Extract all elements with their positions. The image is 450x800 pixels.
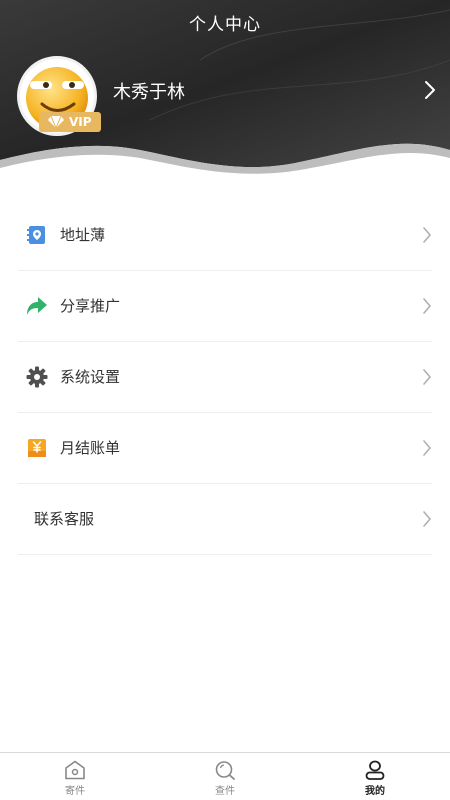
tab-label: 我的 (365, 786, 385, 797)
user-icon (365, 760, 385, 780)
menu-item-address-book[interactable]: 地址薄 (18, 200, 432, 271)
page-title: 个人中心 (189, 15, 261, 35)
gear-icon (26, 366, 48, 388)
chevron-right-icon (423, 440, 432, 456)
tab-track[interactable]: 查件 (150, 753, 300, 800)
tab-label: 寄件 (65, 786, 85, 797)
chevron-right-icon[interactable] (424, 80, 436, 100)
chevron-right-icon (423, 298, 432, 314)
menu-item-label: 地址薄 (60, 226, 106, 244)
chevron-right-icon (423, 369, 432, 385)
home-icon (65, 760, 85, 780)
profile-header: 个人中心 VIP 木秀于林 (0, 0, 450, 175)
chevron-right-icon (423, 511, 432, 527)
bottom-tab-bar: 寄件 查件 我的 (0, 752, 450, 800)
vip-badge: VIP (39, 112, 101, 132)
menu-item-label: 联系客服 (34, 510, 95, 528)
share-arrow-icon (26, 295, 48, 317)
menu-item-customer-service[interactable]: 联系客服 (18, 484, 432, 555)
tab-send[interactable]: 寄件 (0, 753, 150, 800)
chevron-right-icon (423, 227, 432, 243)
menu-item-settings[interactable]: 系统设置 (18, 342, 432, 413)
menu-item-monthly-bill[interactable]: 月结账单 (18, 413, 432, 484)
username[interactable]: 木秀于林 (113, 78, 185, 104)
menu-item-label: 系统设置 (60, 368, 121, 386)
settings-menu: 地址薄 分享推广 系统设置 月结账单 联系客服 (0, 200, 450, 555)
bill-yen-icon (26, 437, 48, 459)
search-icon (215, 761, 235, 780)
menu-item-label: 分享推广 (60, 297, 121, 315)
address-book-icon (26, 224, 48, 246)
menu-item-share[interactable]: 分享推广 (18, 271, 432, 342)
avatar-area[interactable]: VIP (17, 56, 101, 136)
menu-item-label: 月结账单 (60, 439, 121, 457)
vip-label: VIP (69, 115, 92, 129)
diamond-icon (48, 116, 64, 128)
tab-mine[interactable]: 我的 (300, 753, 450, 800)
tab-label: 查件 (215, 786, 235, 797)
